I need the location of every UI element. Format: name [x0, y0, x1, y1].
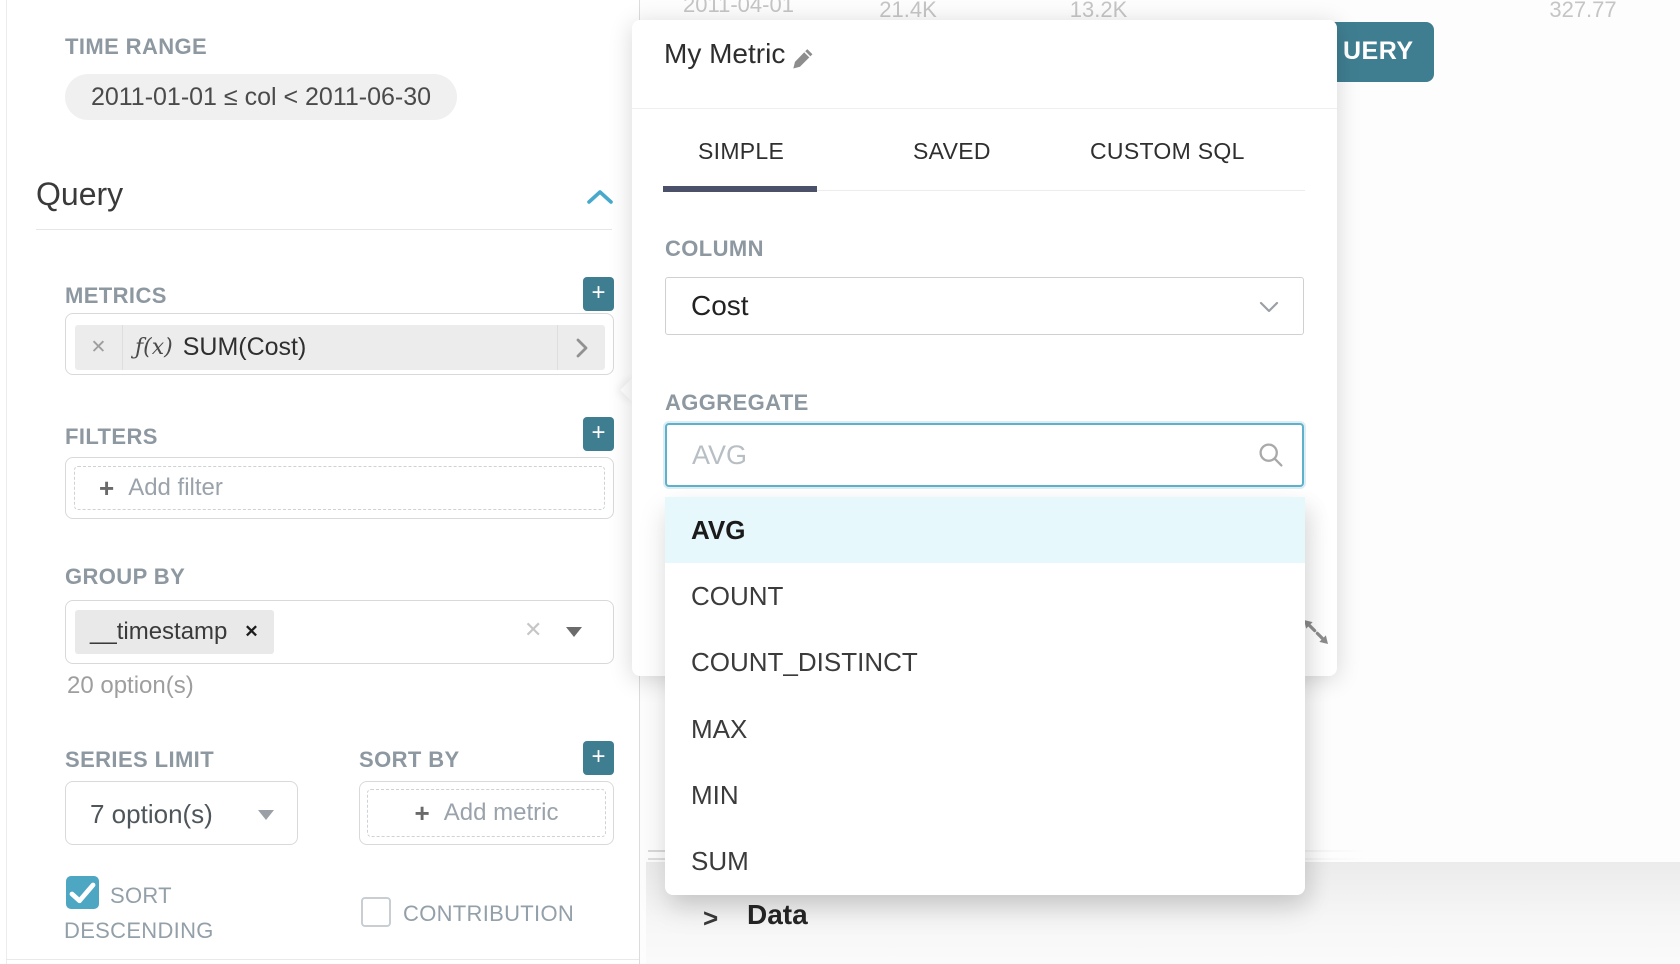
panel-left-border — [6, 0, 7, 964]
filters-label: FILTERS — [65, 424, 158, 450]
add-filter-label: Add filter — [128, 474, 223, 502]
option-count[interactable]: COUNT — [665, 563, 1305, 629]
active-tab-underline — [663, 186, 817, 192]
add-metric-plus-button[interactable]: + — [583, 277, 614, 311]
aggregate-label: AGGREGATE — [665, 390, 809, 416]
chart-explorer-screen: 2011-04-01 00:00:00 21.4K 13.2K 327.77 U… — [0, 0, 1680, 964]
tab-custom-sql[interactable]: CUSTOM SQL — [1090, 138, 1245, 165]
sort-descending-label: SORT DESCENDING — [64, 878, 244, 948]
table-cell-date: 2011-04-01 — [660, 0, 817, 18]
column-label: COLUMN — [665, 236, 764, 262]
add-sort-metric-plus-button[interactable]: + — [583, 741, 614, 775]
function-icon: ƒ(x) — [135, 335, 173, 360]
contribution-checkbox[interactable] — [361, 897, 391, 927]
panel-bottom-border — [6, 959, 639, 960]
group-by-label: GROUP BY — [65, 564, 185, 590]
column-select-value: Cost — [691, 290, 749, 322]
series-limit-value: 7 option(s) — [90, 799, 213, 830]
metric-chip-label: SUM(Cost) — [183, 333, 307, 362]
metric-chip-body: ƒ(x) SUM(Cost) — [123, 333, 557, 362]
chevron-down-icon — [1259, 300, 1279, 314]
option-avg[interactable]: AVG — [665, 497, 1305, 563]
select-caret-down-icon[interactable] — [566, 627, 582, 637]
data-panel-expand-chevron-icon[interactable]: > — [703, 903, 718, 934]
collapse-section-chevron-up-icon[interactable] — [586, 188, 614, 206]
time-range-label: TIME RANGE — [65, 34, 207, 60]
option-count-distinct[interactable]: COUNT_DISTINCT — [665, 630, 1305, 696]
aggregate-options-menu: AVG COUNT COUNT_DISTINCT MAX MIN SUM — [665, 497, 1305, 895]
option-sum[interactable]: SUM — [665, 829, 1305, 895]
popover-header-divider — [632, 108, 1337, 109]
aggregate-search-input[interactable] — [665, 423, 1304, 487]
group-by-tag[interactable]: __timestamp ✕ — [75, 610, 274, 654]
series-limit-label: SERIES LIMIT — [65, 747, 214, 773]
time-range-pill[interactable]: 2011-01-01 ≤ col < 2011-06-30 — [65, 74, 457, 120]
remove-metric-icon[interactable]: ✕ — [75, 336, 122, 359]
plus-icon: + — [99, 473, 114, 504]
plus-icon: + — [415, 798, 430, 829]
sort-by-label: SORT BY — [359, 747, 460, 773]
group-by-options-hint: 20 option(s) — [67, 672, 194, 700]
group-by-tag-label: __timestamp — [90, 618, 227, 646]
add-filter-button[interactable]: + Add filter — [74, 466, 605, 510]
select-caret-down-icon — [258, 810, 274, 820]
search-icon — [1256, 440, 1286, 470]
popover-title: My Metric — [664, 38, 785, 70]
metric-expand-chevron-right-icon[interactable] — [558, 337, 605, 359]
query-control-panel: TIME RANGE 2011-01-01 ≤ col < 2011-06-30… — [0, 0, 640, 964]
data-panel-title[interactable]: Data — [747, 899, 808, 931]
edit-pencil-icon[interactable] — [790, 46, 816, 72]
section-divider — [36, 229, 612, 230]
metric-chip[interactable]: ✕ ƒ(x) SUM(Cost) — [75, 325, 605, 370]
add-metric-label: Add metric — [444, 799, 559, 827]
tab-simple[interactable]: SIMPLE — [698, 138, 784, 165]
clear-select-icon[interactable]: ✕ — [524, 617, 542, 643]
series-limit-select[interactable]: 7 option(s) — [65, 781, 298, 845]
add-filter-plus-button[interactable]: + — [583, 417, 614, 451]
tab-saved[interactable]: SAVED — [913, 138, 991, 165]
option-max[interactable]: MAX — [665, 696, 1305, 762]
table-cell-value: 327.77 — [1508, 0, 1658, 23]
query-section-title: Query — [36, 176, 123, 213]
column-select[interactable]: Cost — [665, 277, 1304, 335]
option-min[interactable]: MIN — [665, 762, 1305, 828]
contribution-label: CONTRIBUTION — [403, 901, 574, 927]
run-query-label: UERY — [1343, 37, 1414, 66]
add-sort-metric-button[interactable]: + Add metric — [367, 789, 606, 837]
remove-tag-icon[interactable]: ✕ — [244, 622, 258, 642]
metrics-label: METRICS — [65, 283, 167, 309]
